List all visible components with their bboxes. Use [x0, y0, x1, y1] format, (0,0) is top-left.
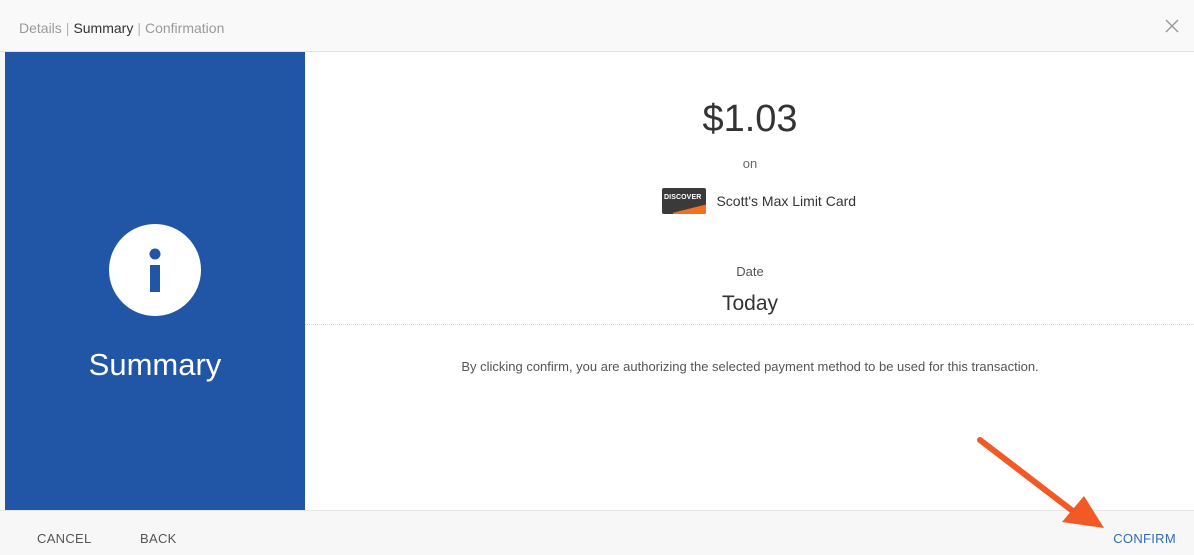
- date-value: Today: [721, 292, 779, 315]
- info-icon: [109, 224, 201, 316]
- breadcrumb: Details | Summary | Confirmation: [19, 19, 224, 37]
- divider: [305, 324, 1194, 325]
- close-button[interactable]: [1162, 16, 1182, 36]
- summary-content: $1.03 on DISCOVER Scott's Max Limit Card…: [305, 52, 1194, 510]
- breadcrumb-step-confirmation: Confirmation: [144, 20, 225, 36]
- card-brand-text: DISCOVER: [664, 194, 702, 201]
- breadcrumb-step-summary: Summary: [73, 20, 134, 36]
- breadcrumb-step-details: Details: [19, 20, 62, 36]
- confirm-button[interactable]: CONFIRM: [1113, 531, 1176, 546]
- back-button[interactable]: BACK: [140, 531, 177, 546]
- discover-card-icon: DISCOVER: [662, 188, 706, 214]
- authorization-disclaimer: By clicking confirm, you are authorizing…: [461, 359, 1039, 374]
- payment-method: DISCOVER Scott's Max Limit Card: [662, 188, 856, 214]
- summary-side-panel: Summary: [5, 52, 305, 510]
- card-name: Scott's Max Limit Card: [716, 193, 857, 209]
- modal-footer: CANCEL BACK CONFIRM: [0, 510, 1194, 555]
- date-label: Date: [736, 264, 764, 279]
- modal-header: Details | Summary | Confirmation: [0, 0, 1194, 52]
- on-label: on: [742, 156, 758, 171]
- close-icon: [1165, 19, 1179, 33]
- payment-summary-modal: Details | Summary | Confirmation Summary $1.…: [0, 0, 1194, 555]
- breadcrumb-separator: |: [137, 20, 141, 36]
- cancel-button[interactable]: CANCEL: [37, 531, 92, 546]
- payment-amount: $1.03: [702, 98, 798, 140]
- side-panel-title: Summary: [88, 347, 222, 382]
- breadcrumb-separator: |: [65, 20, 70, 36]
